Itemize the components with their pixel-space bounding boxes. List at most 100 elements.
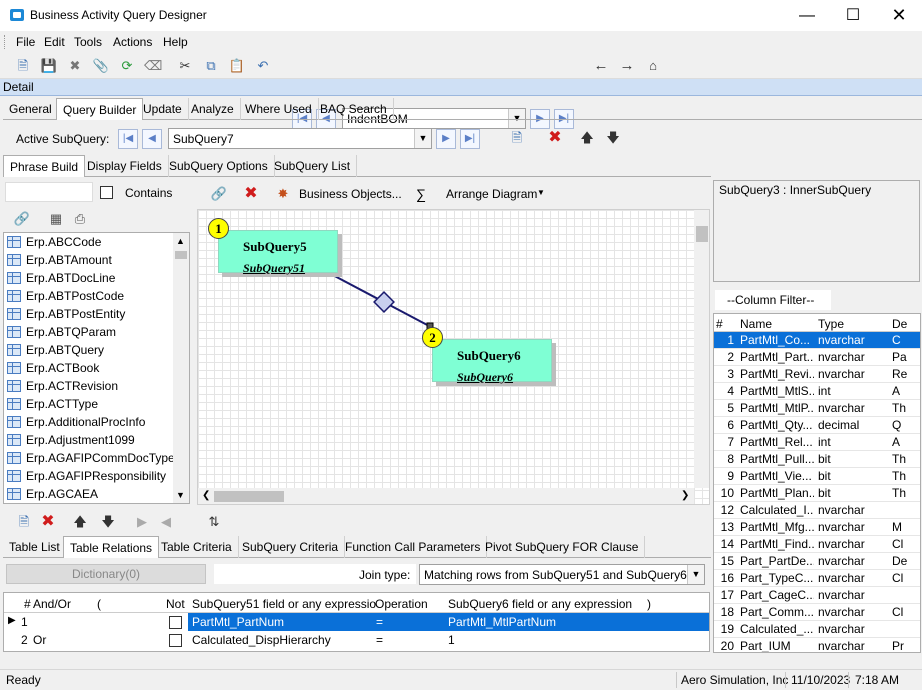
rel-header-field1[interactable]: SubQuery51 field or any expressio bbox=[192, 597, 376, 611]
diagram-canvas[interactable]: SubQuery5 SubQuery51 1 SubQuery6 SubQuer… bbox=[197, 209, 710, 505]
column-grid-row[interactable]: 20 Part_IUM nvarchar Pr bbox=[714, 638, 920, 652]
relation-operation[interactable]: = bbox=[376, 615, 383, 629]
rel-header-close-paren[interactable]: ) bbox=[647, 597, 651, 611]
first-subquery-button[interactable]: |◀ bbox=[118, 129, 138, 149]
copy-icon[interactable]: ⧉ bbox=[202, 57, 220, 75]
column-header-desc[interactable]: De bbox=[892, 317, 907, 331]
tab-function-call-parameters[interactable]: Function Call Parameters bbox=[339, 536, 488, 558]
column-grid-row[interactable]: 18 Part_Comm... nvarchar Cl bbox=[714, 604, 920, 621]
join-type-combo[interactable]: Matching rows from SubQuery51 and SubQue… bbox=[419, 564, 705, 585]
column-grid-row[interactable]: 15 Part_PartDe... nvarchar De bbox=[714, 553, 920, 570]
column-grid-row[interactable]: 7 PartMtl_Rel... int A bbox=[714, 434, 920, 451]
move-down-icon[interactable]: 🡇 bbox=[604, 129, 622, 147]
last-subquery-button[interactable]: ▶| bbox=[460, 129, 480, 149]
business-objects-icon[interactable]: ✸ bbox=[274, 185, 292, 203]
diagram-v-scrollbar[interactable] bbox=[694, 210, 709, 488]
column-grid-row[interactable]: 2 PartMtl_Part... nvarchar Pa bbox=[714, 349, 920, 366]
tab-subquery-list[interactable]: SubQuery List bbox=[268, 155, 358, 177]
scroll-right-icon[interactable]: ❯ bbox=[681, 490, 689, 501]
rel-header-operation[interactable]: Operation bbox=[375, 597, 428, 611]
new-icon[interactable]: 🗎 bbox=[14, 57, 32, 75]
rel-header-andor[interactable]: And/Or bbox=[33, 597, 71, 611]
column-header-name[interactable]: Name bbox=[740, 317, 772, 331]
column-header-type[interactable]: Type bbox=[818, 317, 844, 331]
tab-table-criteria[interactable]: Table Criteria bbox=[155, 536, 239, 558]
move-up-icon[interactable]: 🡅 bbox=[578, 129, 596, 147]
table-list-item[interactable]: Erp.AGCAEA bbox=[4, 485, 189, 503]
close-window-button[interactable]: ✕ bbox=[876, 0, 922, 31]
column-grid-row[interactable]: 8 PartMtl_Pull... bit Th bbox=[714, 451, 920, 468]
column-grid-row[interactable]: 16 Part_TypeC... nvarchar Cl bbox=[714, 570, 920, 587]
rel-header-not[interactable]: Not bbox=[166, 597, 185, 611]
subquery-node-2[interactable]: SubQuery6 SubQuery6 bbox=[432, 339, 552, 384]
new-subquery-icon[interactable]: 🗎 bbox=[508, 129, 526, 147]
maximize-button[interactable]: ☐ bbox=[830, 0, 876, 31]
column-grid-row[interactable]: 12 Calculated_I... nvarchar bbox=[714, 502, 920, 519]
column-grid-row[interactable]: 3 PartMtl_Revi... nvarchar Re bbox=[714, 366, 920, 383]
tab-subquery-options[interactable]: SubQuery Options bbox=[163, 155, 275, 177]
table-list-item[interactable]: Erp.ACTType bbox=[4, 395, 189, 413]
paste-icon[interactable]: 📋 bbox=[228, 57, 246, 75]
column-grid-row[interactable]: 1 PartMtl_Co... nvarchar C bbox=[714, 332, 920, 349]
print-icon[interactable]: ⎙ bbox=[71, 210, 89, 228]
chevron-down-icon[interactable]: ▼ bbox=[414, 129, 431, 148]
active-subquery-combo[interactable]: SubQuery7 ▼ bbox=[168, 128, 432, 149]
table-icon[interactable]: ▦ bbox=[47, 210, 65, 228]
delete-subquery-icon[interactable]: ✖ bbox=[546, 129, 564, 147]
table-list-scrollbar[interactable]: ▲ ▼ bbox=[173, 233, 189, 503]
relation-andor[interactable]: Or bbox=[33, 633, 46, 647]
table-list-item[interactable]: Erp.Adjustment1099 bbox=[4, 431, 189, 449]
link-icon[interactable]: 🔗 bbox=[210, 185, 228, 203]
next-subquery-button[interactable]: ▶ bbox=[436, 129, 456, 149]
tab-analyze[interactable]: Analyze bbox=[185, 98, 241, 120]
table-list-item[interactable]: Erp.ABTAmount bbox=[4, 251, 189, 269]
back-icon[interactable]: ← bbox=[592, 57, 610, 75]
table-list-item[interactable]: Erp.ACTRevision bbox=[4, 377, 189, 395]
relation-operation[interactable]: = bbox=[376, 633, 383, 647]
tab-pivot-subquery[interactable]: Pivot SubQuery FOR Clause bbox=[479, 536, 646, 558]
scroll-down-icon[interactable]: ▼ bbox=[176, 490, 185, 500]
move-down-icon[interactable]: 🡇 bbox=[99, 513, 117, 531]
not-checkbox[interactable] bbox=[169, 634, 182, 647]
undo-icon[interactable]: ↶ bbox=[254, 57, 272, 75]
save-icon[interactable]: 💾 bbox=[40, 57, 58, 75]
table-list-item[interactable]: Erp.ABCCode bbox=[4, 233, 189, 251]
menu-tools[interactable]: Tools bbox=[74, 35, 102, 49]
link-icon[interactable]: 🔗 bbox=[13, 210, 31, 228]
move-up-icon[interactable]: 🡅 bbox=[71, 513, 89, 531]
column-grid-row[interactable]: 5 PartMtl_MtlP... nvarchar Th bbox=[714, 400, 920, 417]
column-grid-row[interactable]: 10 PartMtl_Plan... bit Th bbox=[714, 485, 920, 502]
indent-icon[interactable]: ▶ bbox=[133, 513, 151, 531]
column-grid-row[interactable]: 4 PartMtl_MtlS... int A bbox=[714, 383, 920, 400]
column-grid-row[interactable]: 14 PartMtl_Find... nvarchar Cl bbox=[714, 536, 920, 553]
dictionary-button[interactable]: Dictionary(0) bbox=[6, 564, 206, 584]
chevron-down-icon[interactable]: ▼ bbox=[537, 188, 545, 197]
scroll-left-icon[interactable]: ❮ bbox=[202, 490, 210, 501]
forward-icon[interactable]: → bbox=[618, 57, 636, 75]
tab-general[interactable]: General bbox=[3, 98, 59, 120]
column-grid-row[interactable]: 19 Calculated_... nvarchar bbox=[714, 621, 920, 638]
delete-icon[interactable]: ✖ bbox=[66, 57, 84, 75]
scroll-up-icon[interactable]: ▲ bbox=[176, 236, 185, 246]
prev-subquery-button[interactable]: ◀ bbox=[142, 129, 162, 149]
attach-icon[interactable]: 📎 bbox=[92, 57, 110, 75]
column-grid-row[interactable]: 13 PartMtl_Mfg... nvarchar M bbox=[714, 519, 920, 536]
table-list-item[interactable]: Erp.AGAFIPResponsibility bbox=[4, 467, 189, 485]
column-grid-row[interactable]: 9 PartMtl_Vie... bit Th bbox=[714, 468, 920, 485]
home-icon[interactable]: ⌂ bbox=[644, 57, 662, 75]
table-list-item[interactable]: Erp.ACTBook bbox=[4, 359, 189, 377]
table-list-item[interactable]: Erp.AdditionalProcInfo bbox=[4, 413, 189, 431]
relation-field2[interactable]: 1 bbox=[448, 633, 455, 647]
column-filter-input[interactable]: --Column Filter-- bbox=[715, 290, 831, 310]
scroll-thumb[interactable] bbox=[696, 226, 708, 242]
column-grid-row[interactable]: 6 PartMtl_Qty... decimal Q bbox=[714, 417, 920, 434]
join-diamond-icon[interactable] bbox=[373, 291, 395, 313]
rel-header-field2[interactable]: SubQuery6 field or any expression bbox=[448, 597, 632, 611]
table-list-item[interactable]: Erp.ABTPostEntity bbox=[4, 305, 189, 323]
tab-table-relations[interactable]: Table Relations bbox=[63, 536, 160, 558]
tab-query-builder[interactable]: Query Builder bbox=[56, 98, 144, 120]
delete-icon[interactable]: ✖ bbox=[242, 185, 260, 203]
relation-field1[interactable]: PartMtl_PartNum bbox=[192, 615, 284, 629]
relation-row[interactable]: 2 Or Calculated_DispHierarchy = 1 bbox=[4, 631, 704, 649]
diagram-h-scrollbar[interactable]: ❮ ❯ bbox=[198, 488, 694, 504]
